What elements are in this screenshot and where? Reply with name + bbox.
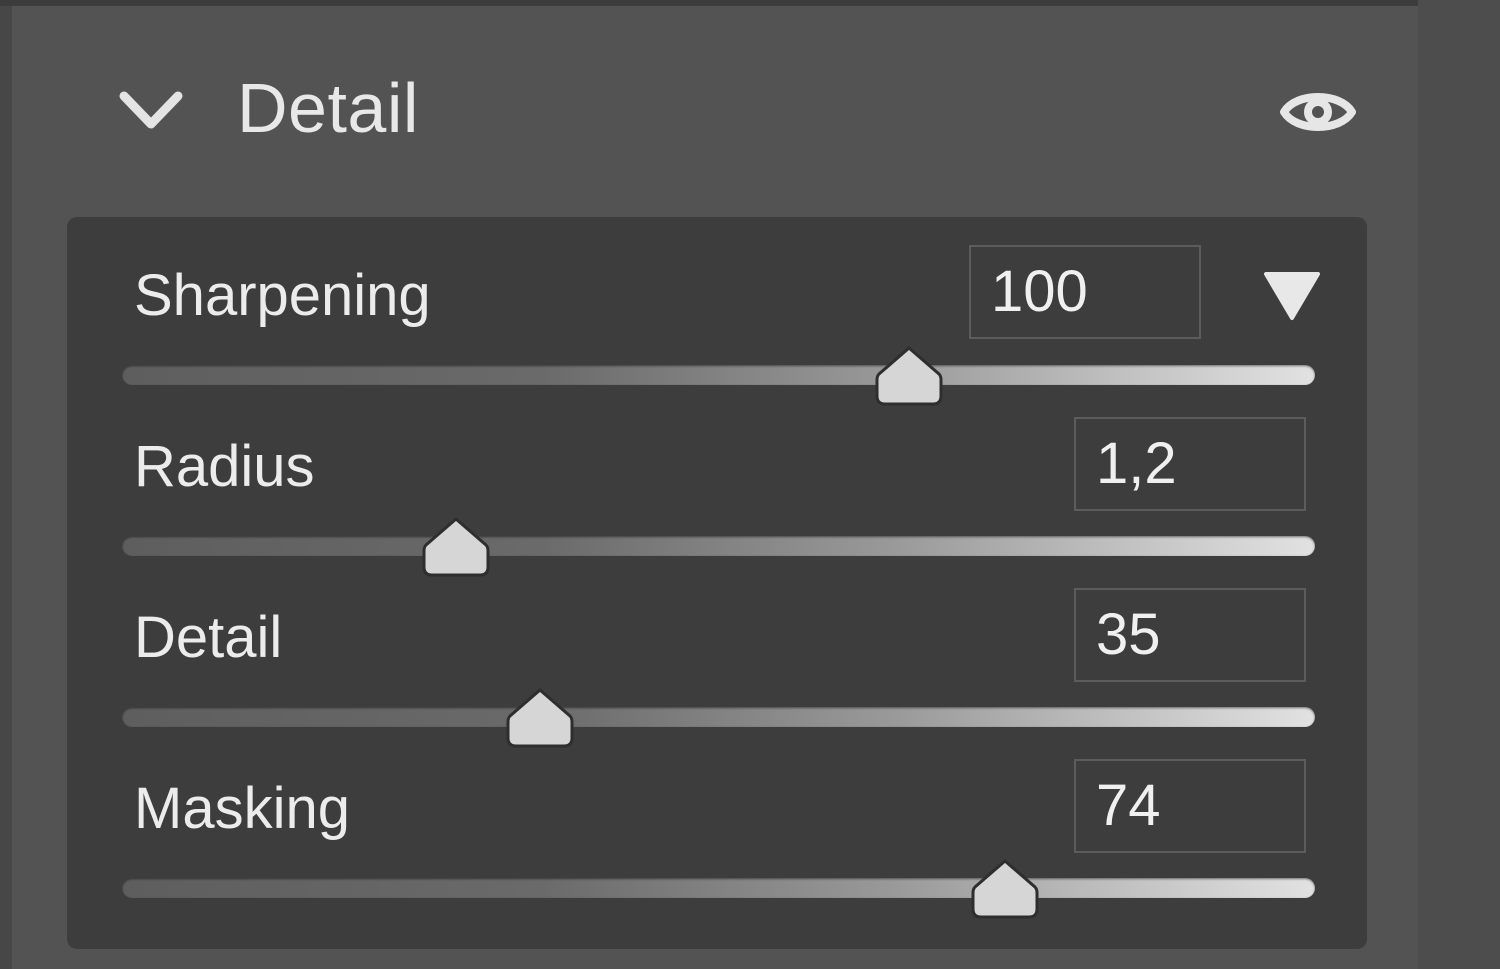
top-divider [0, 0, 1418, 6]
radius-value-field[interactable]: 1,2 [1074, 417, 1306, 511]
masking-slider-track[interactable] [122, 878, 1315, 898]
masking-value-field[interactable]: 74 [1074, 759, 1306, 853]
radius-label: Radius [134, 434, 315, 499]
detail-slider-thumb[interactable] [504, 686, 576, 750]
panel-scrollbar-gutter[interactable] [1418, 0, 1500, 969]
app-window: Detail Sharpening 100 Radius 1,2 Detail … [0, 0, 1500, 969]
radius-slider-track[interactable] [122, 536, 1315, 556]
detail-value-field[interactable]: 35 [1074, 588, 1306, 682]
chevron-down-icon[interactable] [118, 88, 184, 134]
left-edge [0, 0, 12, 969]
triangle-down-icon[interactable] [1262, 270, 1322, 322]
sharpening-value-field[interactable]: 100 [969, 245, 1201, 339]
section-title[interactable]: Detail [237, 68, 419, 148]
masking-slider-thumb[interactable] [969, 857, 1041, 921]
detail-label: Detail [134, 605, 283, 670]
sharpening-slider-track[interactable] [122, 365, 1315, 385]
radius-slider-thumb[interactable] [420, 515, 492, 579]
detail-slider-track[interactable] [122, 707, 1315, 727]
sharpening-label: Sharpening [134, 263, 431, 328]
sharpening-slider-thumb[interactable] [873, 344, 945, 408]
masking-label: Masking [134, 776, 350, 841]
eye-icon[interactable] [1278, 84, 1358, 140]
